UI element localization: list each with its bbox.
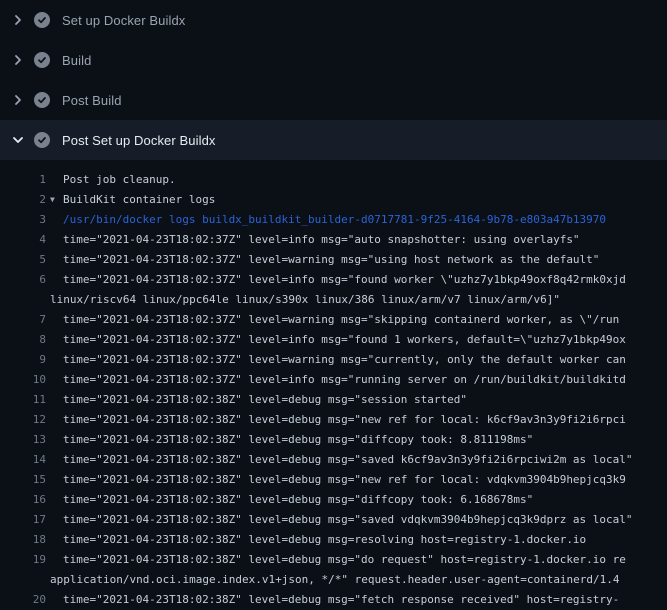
log-text: time="2021-04-23T18:02:38Z" level=debug …: [50, 530, 667, 550]
group-title[interactable]: BuildKit container logs: [63, 193, 215, 206]
check-circle-icon: [34, 52, 50, 68]
log-line: 8time="2021-04-23T18:02:37Z" level=info …: [0, 330, 667, 350]
log-line: 3/usr/bin/docker logs buildx_buildkit_bu…: [0, 210, 667, 230]
log-text: time="2021-04-23T18:02:37Z" level=info m…: [50, 330, 667, 350]
log-line: 5time="2021-04-23T18:02:37Z" level=warni…: [0, 250, 667, 270]
line-number[interactable]: 20: [0, 590, 46, 610]
line-number[interactable]: 5: [0, 250, 46, 270]
check-circle-icon: [34, 132, 50, 148]
line-number[interactable]: 12: [0, 410, 46, 430]
log-line: 11time="2021-04-23T18:02:38Z" level=debu…: [0, 390, 667, 410]
step-header-post-set-up-docker-buildx[interactable]: Post Set up Docker Buildx: [0, 120, 667, 160]
line-number[interactable]: 2: [0, 190, 46, 210]
command-text: /usr/bin/docker logs buildx_buildkit_bui…: [50, 210, 667, 230]
line-number[interactable]: 3: [0, 210, 46, 230]
log-text: time="2021-04-23T18:02:37Z" level=info m…: [50, 230, 667, 250]
step-title: Build: [62, 53, 91, 68]
log-line: 2▼BuildKit container logs: [0, 190, 667, 210]
log-line: 12time="2021-04-23T18:02:38Z" level=debu…: [0, 410, 667, 430]
check-circle-icon: [34, 12, 50, 28]
line-number[interactable]: 15: [0, 470, 46, 490]
step-header-set-up-docker-buildx[interactable]: Set up Docker Buildx: [0, 0, 667, 40]
log-text: time="2021-04-23T18:02:38Z" level=debug …: [50, 550, 667, 570]
chevron-right-icon: [10, 12, 26, 28]
log-text: time="2021-04-23T18:02:37Z" level=warnin…: [50, 310, 667, 330]
log-text: time="2021-04-23T18:02:37Z" level=warnin…: [50, 350, 667, 370]
log-text: time="2021-04-23T18:02:37Z" level=info m…: [50, 370, 667, 390]
log-line: 19time="2021-04-23T18:02:38Z" level=debu…: [0, 550, 667, 570]
log-text: time="2021-04-23T18:02:37Z" level=info m…: [50, 270, 667, 290]
chevron-down-icon: [10, 132, 26, 148]
line-number[interactable]: 1: [0, 170, 46, 190]
log-line: 10time="2021-04-23T18:02:37Z" level=info…: [0, 370, 667, 390]
log-line: 9time="2021-04-23T18:02:37Z" level=warni…: [0, 350, 667, 370]
log-text: time="2021-04-23T18:02:38Z" level=debug …: [50, 450, 667, 470]
line-number[interactable]: 7: [0, 310, 46, 330]
line-number[interactable]: 16: [0, 490, 46, 510]
log-text: time="2021-04-23T18:02:38Z" level=debug …: [50, 590, 667, 610]
log-line: 16time="2021-04-23T18:02:38Z" level=debu…: [0, 490, 667, 510]
chevron-right-icon: [10, 52, 26, 68]
log-text: time="2021-04-23T18:02:38Z" level=debug …: [50, 490, 667, 510]
line-number: [0, 570, 46, 590]
log-viewer: 1Post job cleanup.2▼BuildKit container l…: [0, 160, 667, 610]
step-title: Post Set up Docker Buildx: [62, 133, 216, 148]
log-line: application/vnd.oci.image.index.v1+json,…: [0, 570, 667, 590]
log-text-wrapped: linux/riscv64 linux/ppc64le linux/s390x …: [50, 290, 667, 310]
line-number[interactable]: 11: [0, 390, 46, 410]
line-number[interactable]: 19: [0, 550, 46, 570]
log-text: time="2021-04-23T18:02:38Z" level=debug …: [50, 410, 667, 430]
log-line: 6time="2021-04-23T18:02:37Z" level=info …: [0, 270, 667, 290]
log-line: 17time="2021-04-23T18:02:38Z" level=debu…: [0, 510, 667, 530]
log-text: Post job cleanup.: [50, 170, 667, 190]
log-text-wrapped: application/vnd.oci.image.index.v1+json,…: [50, 570, 667, 590]
line-number[interactable]: 18: [0, 530, 46, 550]
step-title: Set up Docker Buildx: [62, 13, 185, 28]
log-line: 15time="2021-04-23T18:02:38Z" level=debu…: [0, 470, 667, 490]
step-header-build[interactable]: Build: [0, 40, 667, 80]
steps-list: Set up Docker Buildx Build: [0, 0, 667, 160]
chevron-right-icon: [10, 92, 26, 108]
check-circle-icon: [34, 92, 50, 108]
line-number[interactable]: 6: [0, 270, 46, 290]
line-number[interactable]: 10: [0, 370, 46, 390]
line-number[interactable]: 8: [0, 330, 46, 350]
log-line: 14time="2021-04-23T18:02:38Z" level=debu…: [0, 450, 667, 470]
step-header-post-build[interactable]: Post Build: [0, 80, 667, 120]
log-line: linux/riscv64 linux/ppc64le linux/s390x …: [0, 290, 667, 310]
log-line: 1Post job cleanup.: [0, 170, 667, 190]
line-number[interactable]: 4: [0, 230, 46, 250]
step-title: Post Build: [62, 93, 122, 108]
group-collapse-marker-icon[interactable]: ▼: [50, 190, 63, 210]
log-text: time="2021-04-23T18:02:37Z" level=warnin…: [50, 250, 667, 270]
line-number[interactable]: 14: [0, 450, 46, 470]
log-line: 4time="2021-04-23T18:02:37Z" level=info …: [0, 230, 667, 250]
line-number: [0, 290, 46, 310]
line-number[interactable]: 9: [0, 350, 46, 370]
log-text: time="2021-04-23T18:02:38Z" level=debug …: [50, 510, 667, 530]
log-line: 13time="2021-04-23T18:02:38Z" level=debu…: [0, 430, 667, 450]
log-text: time="2021-04-23T18:02:38Z" level=debug …: [50, 470, 667, 490]
line-number[interactable]: 13: [0, 430, 46, 450]
log-text: time="2021-04-23T18:02:38Z" level=debug …: [50, 430, 667, 450]
log-line: 18time="2021-04-23T18:02:38Z" level=debu…: [0, 530, 667, 550]
log-text: time="2021-04-23T18:02:38Z" level=debug …: [50, 390, 667, 410]
log-line: 20time="2021-04-23T18:02:38Z" level=debu…: [0, 590, 667, 610]
line-number[interactable]: 17: [0, 510, 46, 530]
log-line: 7time="2021-04-23T18:02:37Z" level=warni…: [0, 310, 667, 330]
